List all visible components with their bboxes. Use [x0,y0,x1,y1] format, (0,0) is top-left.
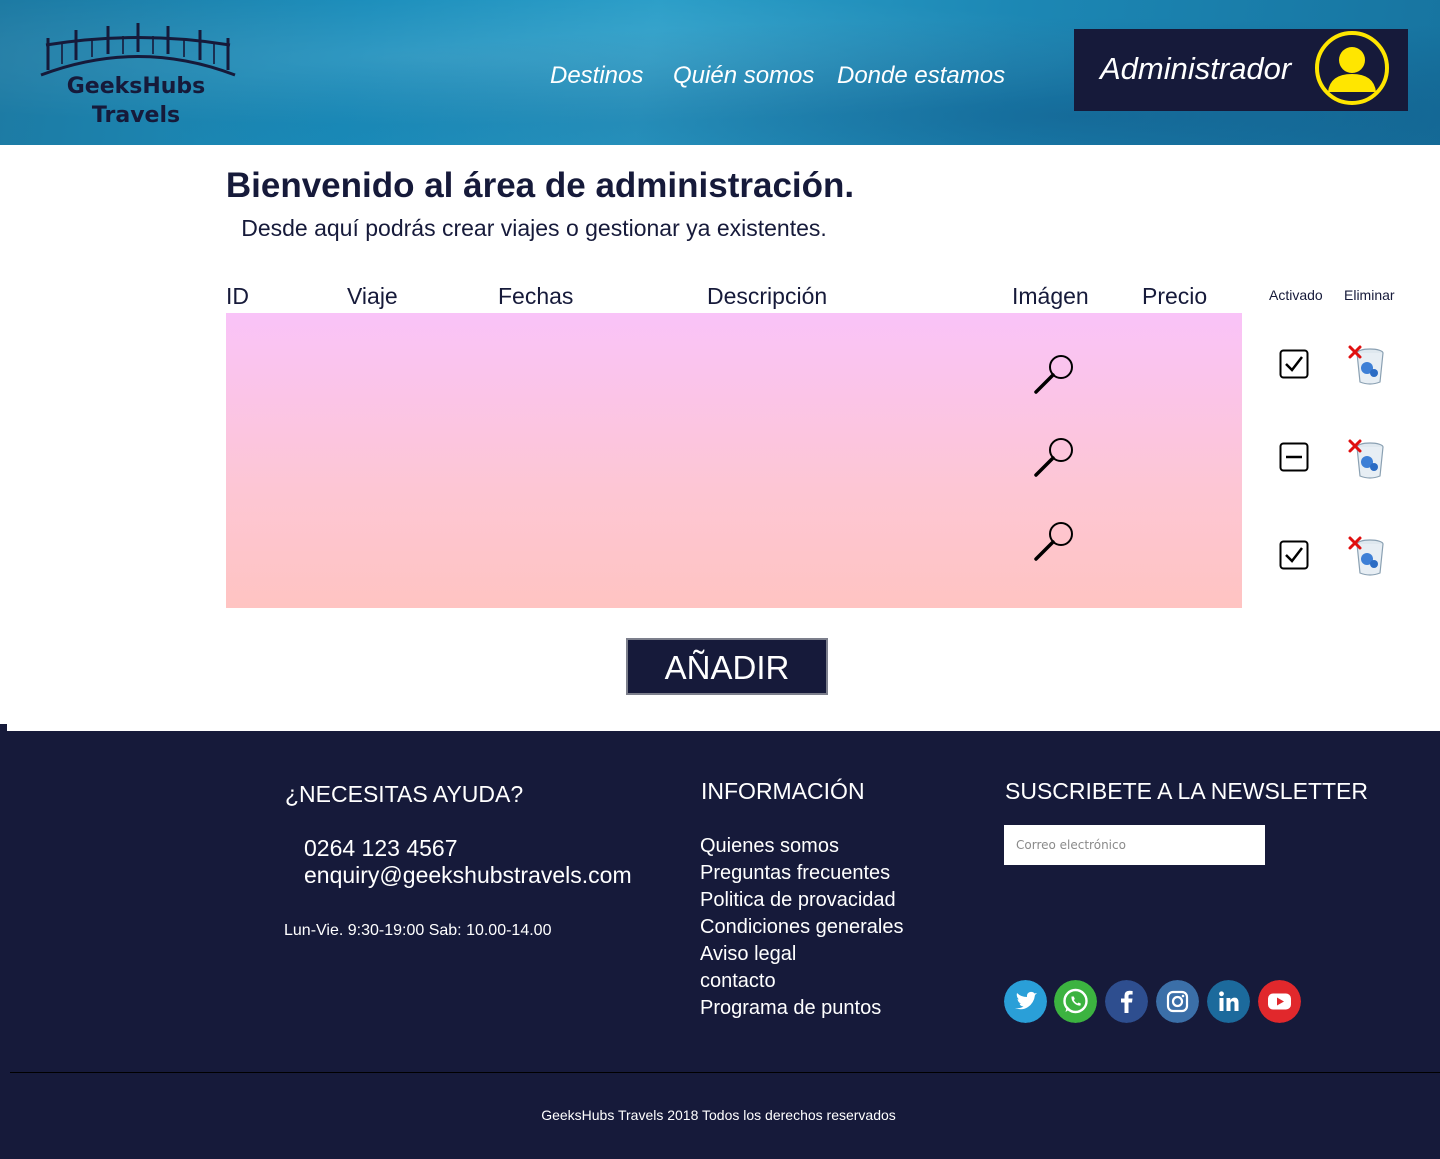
linkedin-icon[interactable] [1207,980,1250,1023]
brand-name: GeeksHubs Travels [38,72,234,130]
activado-checkbox-checked[interactable] [1279,540,1309,570]
newsletter-heading: SUSCRIBETE A LA NEWSLETTER [1005,778,1368,804]
column-header-viaje: Viaje [347,283,398,309]
trash-icon[interactable] [1346,438,1390,482]
brand-line-1: GeeksHubs [66,74,206,99]
nav-donde-estamos[interactable]: Donde estamos [837,62,1005,90]
trash-icon[interactable] [1346,535,1390,579]
info-heading: INFORMACIÓN [701,778,865,804]
newsletter-email-input[interactable] [1004,825,1265,865]
activado-checkbox-indeterminate[interactable] [1279,442,1309,472]
user-avatar-icon[interactable] [1314,30,1390,106]
column-header-precio: Precio [1142,283,1208,309]
column-header-imagen: Imágen [1012,283,1089,309]
activado-checkbox-checked[interactable] [1279,349,1309,379]
trash-icon[interactable] [1346,344,1390,388]
user-menu[interactable]: Administrador [1074,29,1408,111]
info-links: Quienes somos Preguntas frecuentes Polit… [700,833,903,1022]
column-header-fechas: Fechas [498,283,574,309]
footer-link-condiciones-generales[interactable]: Condiciones generales [700,914,903,941]
footer-link-contacto[interactable]: contacto [700,968,903,995]
footer-link-quienes-somos[interactable]: Quienes somos [700,833,903,860]
page-subtitle: Desde aquí podrás crear viajes o gestion… [241,215,827,241]
trips-table-body [226,313,1242,608]
column-header-activado: Activado [1269,287,1323,303]
help-hours: Lun-Vie. 9:30-19:00 Sab: 10.00-14.00 [284,922,552,939]
footer-link-preguntas-frecuentes[interactable]: Preguntas frecuentes [700,860,903,887]
page-title: Bienvenido al área de administración. [225,166,855,205]
facebook-icon[interactable] [1105,980,1148,1023]
site-footer: ¿NECESITAS AYUDA? 0264 123 4567 enquiry@… [0,731,1440,1159]
column-header-eliminar: Eliminar [1344,287,1395,303]
nav-quien-somos[interactable]: Quién somos [673,62,814,90]
brand-logo[interactable]: GeeksHubs Travels [38,20,238,130]
site-header: GeeksHubs Travels Destinos Quién somos D… [0,0,1440,145]
whatsapp-icon[interactable] [1054,980,1097,1023]
footer-link-aviso-legal[interactable]: Aviso legal [700,941,903,968]
magnifier-icon[interactable] [1033,351,1077,395]
nav-destinos[interactable]: Destinos [550,62,643,90]
column-header-descripcion: Descripción [707,283,828,309]
copyright-text: GeeksHubs Travels 2018 Todos los derecho… [541,1107,896,1123]
add-trip-button[interactable]: AÑADIR [626,638,828,695]
bridge-logo-icon [40,23,236,77]
help-email[interactable]: enquiry@geekshubstravels.com [304,862,632,889]
user-label: Administrador [1100,51,1292,86]
magnifier-icon[interactable] [1033,518,1077,562]
column-header-id: ID [226,283,249,309]
instagram-icon[interactable] [1156,980,1199,1023]
help-heading: ¿NECESITAS AYUDA? [285,781,524,807]
magnifier-icon[interactable] [1033,434,1077,478]
brand-line-2: Travels [91,103,181,128]
help-phone[interactable]: 0264 123 4567 [304,835,458,862]
youtube-icon[interactable] [1258,980,1301,1023]
footer-divider [10,1072,1440,1073]
footer-link-politica-privacidad[interactable]: Politica de provacidad [700,887,903,914]
footer-link-programa-puntos[interactable]: Programa de puntos [700,995,903,1022]
twitter-icon[interactable] [1004,980,1047,1023]
